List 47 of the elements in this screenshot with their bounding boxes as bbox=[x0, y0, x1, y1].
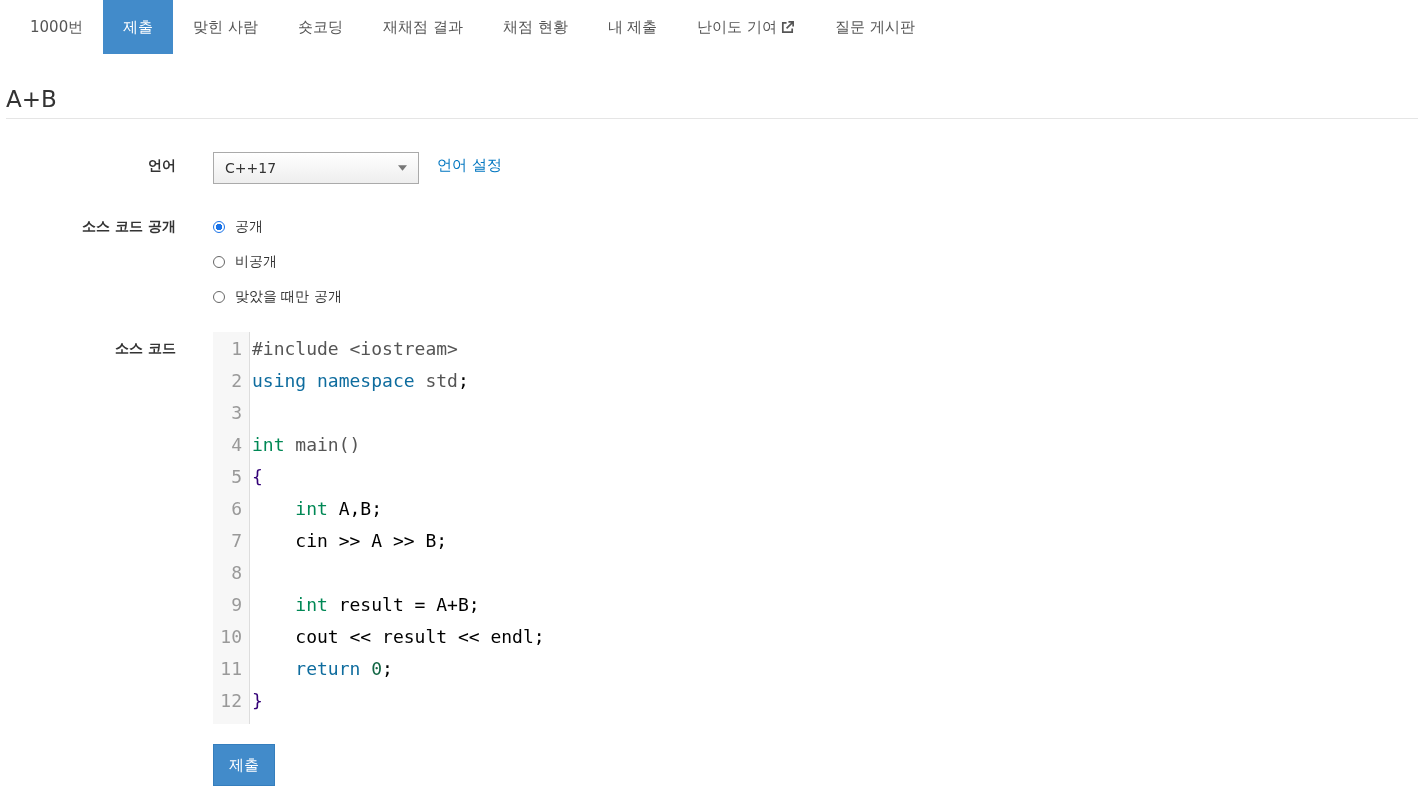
radio-label: 맞았을 때만 공개 bbox=[235, 288, 342, 306]
form-label: 언어 bbox=[147, 156, 177, 175]
external-link-icon bbox=[780, 19, 796, 35]
tab[interactable]: 제출 bbox=[103, 0, 174, 54]
code-line: #include <iostream> bbox=[252, 337, 458, 359]
tab[interactable]: 내 제출 bbox=[587, 0, 678, 54]
line-number: 3 bbox=[230, 401, 243, 423]
submit-button[interactable]: 제출 bbox=[213, 744, 275, 786]
tab[interactable]: 맞힌 사람 bbox=[173, 0, 278, 54]
line-number: 11 bbox=[219, 657, 243, 679]
tab[interactable]: 재채점 결과 bbox=[362, 0, 483, 54]
line-number: 10 bbox=[219, 625, 243, 647]
line-number: 5 bbox=[230, 465, 243, 487]
radio-option[interactable]: 비공개 bbox=[213, 253, 342, 271]
problem-title: A+B bbox=[6, 86, 1418, 119]
line-number: 9 bbox=[230, 593, 243, 615]
code-line: int result = A+B; bbox=[294, 593, 480, 615]
radio-option[interactable]: 공개 bbox=[213, 218, 342, 236]
tab[interactable]: 채점 현황 bbox=[482, 0, 588, 54]
code-line: int A,B; bbox=[294, 497, 383, 519]
form-label: 소스 코드 공개 bbox=[81, 218, 177, 236]
code-line: } bbox=[252, 689, 263, 711]
line-number: 7 bbox=[230, 529, 243, 551]
tab[interactable]: 질문 게시판 bbox=[815, 0, 935, 54]
caret-icon bbox=[398, 165, 407, 171]
tab[interactable]: 숏코딩 bbox=[277, 0, 363, 54]
radio-label: 비공개 bbox=[235, 253, 277, 271]
code-line: using namespace std; bbox=[252, 369, 469, 391]
code-line: cout << result << endl; bbox=[294, 625, 545, 647]
tab[interactable]: 1000번 bbox=[10, 0, 104, 54]
line-number: 4 bbox=[230, 433, 243, 455]
language-select[interactable]: C++17 bbox=[213, 152, 419, 184]
code-line: cin >> A >> B; bbox=[294, 529, 448, 551]
tab[interactable]: 난이도 기여 bbox=[677, 0, 816, 54]
radio-option[interactable]: 맞았을 때만 공개 bbox=[213, 288, 342, 306]
line-number: 1 bbox=[230, 337, 243, 359]
code-line: return 0; bbox=[294, 657, 393, 679]
line-number: 12 bbox=[219, 689, 243, 711]
line-number: 8 bbox=[230, 561, 243, 583]
code-line: { bbox=[252, 465, 263, 487]
line-number: 2 bbox=[230, 369, 243, 391]
code-line: int main() bbox=[252, 433, 361, 455]
radio-label: 공개 bbox=[235, 218, 263, 236]
form-label: 소스 코드 bbox=[114, 339, 177, 358]
language-settings-link[interactable]: 언어 설정 bbox=[437, 155, 502, 175]
radio-button[interactable] bbox=[213, 221, 225, 233]
line-number: 6 bbox=[230, 497, 243, 519]
